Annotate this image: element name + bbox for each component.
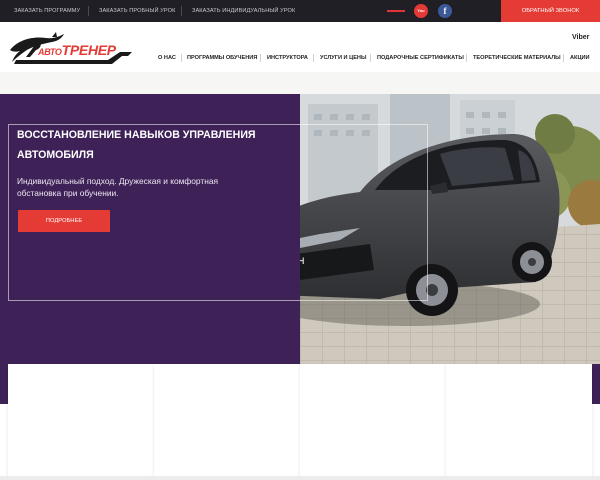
divider — [181, 6, 182, 16]
hero-section: H ВОССТАНОВЛЕНИЕ НАВЫКОВ УПРАВЛЕНИЯ АВТО… — [0, 94, 600, 404]
nav-item-instructors[interactable]: ИНСТРУКТОРА — [267, 52, 308, 64]
logo-large-word: ТРЕНЕР — [61, 42, 117, 58]
top-bar: ЗАКАЗАТЬ ПРОГРАММУ ЗАКАЗАТЬ ПРОБНЫЙ УРОК… — [0, 0, 600, 27]
nav-divider — [370, 54, 371, 62]
facebook-glyph: f — [443, 6, 447, 16]
nav-item-theory[interactable]: ТЕОРЕТИЧЕСКИЕ МАТЕРИАЛЫ — [473, 52, 561, 64]
feature-card[interactable] — [300, 364, 446, 476]
nav-item-promotions[interactable]: АКЦИИ — [570, 52, 590, 64]
nav-item-gift-certificates[interactable]: ПОДАРОЧНЫЕ СЕРТИФИКАТЫ — [377, 52, 464, 64]
feature-card[interactable] — [8, 364, 154, 476]
feature-card[interactable] — [154, 364, 300, 476]
logo-text: АВТОТРЕНЕР — [38, 42, 116, 60]
nav-item-services-prices[interactable]: УСЛУГИ И ЦЕНЫ — [320, 52, 366, 64]
order-trial-lesson-link[interactable]: ЗАКАЗАТЬ ПРОБНЫЙ УРОК — [99, 0, 175, 22]
hero-subtitle: Индивидуальный подход. Дружеская и комфо… — [17, 176, 219, 198]
nav-divider — [313, 54, 314, 62]
divider — [88, 6, 89, 16]
hero-title: ВОССТАНОВЛЕНИЕ НАВЫКОВ УПРАВЛЕНИЯ АВТОМО… — [17, 129, 256, 161]
page: ЗАКАЗАТЬ ПРОГРАММУ ЗАКАЗАТЬ ПРОБНЫЙ УРОК… — [0, 0, 600, 480]
nav-divider — [260, 54, 261, 62]
nav-divider — [181, 54, 182, 62]
bottom-band — [0, 476, 600, 480]
youtube-icon[interactable]: You Tube — [414, 4, 428, 27]
feature-card[interactable] — [446, 364, 592, 476]
header: АВТОТРЕНЕР Viber О НАС ПРОГРАММЫ ОБУЧЕНИ… — [0, 22, 600, 72]
more-details-button[interactable]: ПОДРОБНЕЕ — [18, 210, 110, 232]
header-strip — [0, 72, 600, 94]
site-logo[interactable]: АВТОТРЕНЕР — [8, 30, 136, 66]
nav-item-programs[interactable]: ПРОГРАММЫ ОБУЧЕНИЯ — [187, 52, 257, 64]
nav-divider — [466, 54, 467, 62]
accent-line — [387, 10, 405, 12]
facebook-icon[interactable]: f — [438, 4, 452, 18]
youtube-glyph: You Tube — [416, 8, 425, 27]
order-program-link[interactable]: ЗАКАЗАТЬ ПРОГРАММУ — [14, 0, 80, 22]
nav-divider — [563, 54, 564, 62]
nav-item-about[interactable]: О НАС — [158, 52, 176, 64]
order-individual-lesson-link[interactable]: ЗАКАЗАТЬ ИНДИВИДУАЛЬНЫЙ УРОК — [192, 0, 295, 22]
callback-button[interactable]: ОБРАТНЫЙ ЗВОНОК — [501, 0, 600, 22]
viber-link[interactable]: Viber — [572, 34, 589, 41]
logo-small-word: АВТО — [38, 47, 62, 57]
